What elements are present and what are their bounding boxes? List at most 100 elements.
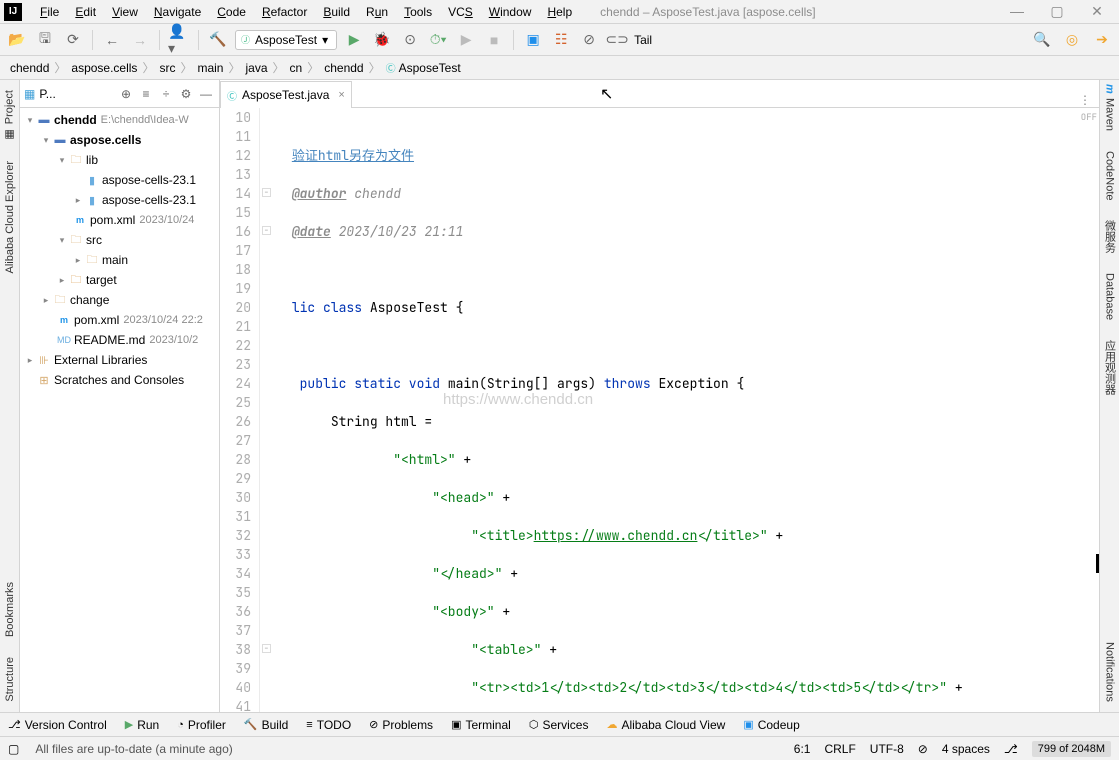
crumb-cn[interactable]: cn xyxy=(286,61,307,75)
crumb-class[interactable]: ⒸAsposeTest xyxy=(382,60,465,75)
open-icon[interactable]: 📂 xyxy=(6,29,28,51)
tool-codeup[interactable]: ▣Codeup xyxy=(743,718,799,732)
tree-change[interactable]: ▸🗀change xyxy=(20,290,219,310)
reload-icon[interactable]: ⟳ xyxy=(62,29,84,51)
tool-alibaba-explorer[interactable]: Alibaba Cloud Explorer xyxy=(4,161,16,274)
hammer-icon[interactable]: 🔨 xyxy=(207,29,229,51)
tabs-more-icon[interactable]: ⋮ xyxy=(1071,93,1099,107)
crumb-main[interactable]: main xyxy=(193,61,227,75)
gear-icon[interactable]: ⚙ xyxy=(177,87,195,101)
tree-readme[interactable]: MDREADME.md2023/10/2 xyxy=(20,330,219,350)
tool-weifuwu[interactable]: 微服务 xyxy=(1102,220,1118,253)
tool-maven[interactable]: m Maven xyxy=(1104,84,1116,131)
tool-run[interactable]: ▶Run xyxy=(125,718,159,732)
tool-profiler[interactable]: ◔Profiler xyxy=(177,718,226,732)
indicator-strip[interactable]: OFF xyxy=(1087,108,1099,712)
stop-icon[interactable]: ■ xyxy=(483,29,505,51)
tail-label[interactable]: Tail xyxy=(634,33,652,47)
tool-project[interactable]: ▦ Project xyxy=(3,90,16,141)
tool2-icon[interactable]: ☷ xyxy=(550,29,572,51)
run-icon[interactable]: ▶ xyxy=(343,29,365,51)
close-icon[interactable]: × xyxy=(338,89,344,101)
tool-notifications[interactable]: Notifications xyxy=(1104,642,1116,702)
status-lf[interactable]: CRLF xyxy=(824,742,855,756)
tree-module[interactable]: ▾▬aspose.cells xyxy=(20,130,219,150)
run-config-selector[interactable]: ⒿAsposeTest▾ xyxy=(235,30,337,50)
project-panel-title[interactable]: P... xyxy=(37,87,55,101)
tree-main[interactable]: ▸🗀main xyxy=(20,250,219,270)
coverage-icon[interactable]: ⊙ xyxy=(399,29,421,51)
forward-icon[interactable]: → xyxy=(129,29,151,51)
tool-database[interactable]: Database xyxy=(1104,273,1116,320)
menu-help[interactable]: Help xyxy=(539,5,580,19)
status-indent[interactable]: 4 spaces xyxy=(942,742,990,756)
expand-icon[interactable]: ≡ xyxy=(137,87,155,101)
tool1-icon[interactable]: ▣ xyxy=(522,29,544,51)
tree-jar1[interactable]: ▮aspose-cells-23.1 xyxy=(20,170,219,190)
code-content[interactable]: https://www.chendd.cn 验证html另存为文件 @autho… xyxy=(278,108,1087,712)
tree-ext-libs[interactable]: ▸⊪External Libraries xyxy=(20,350,219,370)
maximize-icon[interactable]: ▢ xyxy=(1047,3,1067,20)
tool4-icon[interactable]: ⊂⊃ xyxy=(606,29,628,51)
menu-view[interactable]: View xyxy=(104,5,146,19)
notif-icon[interactable]: ◎ xyxy=(1061,29,1083,51)
tool-services[interactable]: ⬡Services xyxy=(529,718,589,732)
hide-icon[interactable]: — xyxy=(197,87,215,101)
status-memory[interactable]: 799 of 2048M xyxy=(1032,741,1111,757)
collapse-icon[interactable]: ÷ xyxy=(157,87,175,101)
tab-asposetest[interactable]: ⒸAsposeTest.java× xyxy=(220,81,352,108)
inspect-off[interactable]: OFF xyxy=(1081,108,1097,127)
attach-icon[interactable]: ▶ xyxy=(455,29,477,51)
save-icon[interactable]: 🖫 xyxy=(34,29,56,51)
menu-refactor[interactable]: Refactor xyxy=(254,5,315,19)
target-icon[interactable]: ⊕ xyxy=(117,87,135,101)
minimize-icon[interactable]: — xyxy=(1007,3,1027,20)
tool3-icon[interactable]: ⊘ xyxy=(578,29,600,51)
crumb-chendd[interactable]: chendd xyxy=(6,61,53,75)
status-icon[interactable]: ▢ xyxy=(8,742,19,756)
tool-build[interactable]: 🔨Build xyxy=(244,718,288,732)
tool-terminal[interactable]: ▣Terminal xyxy=(451,718,511,732)
tool-vcs[interactable]: ⎇Version Control xyxy=(8,718,107,732)
tool-codenote[interactable]: CodeNote xyxy=(1104,151,1116,201)
tool-guance[interactable]: 应用观测器 xyxy=(1102,340,1118,395)
menu-tools[interactable]: Tools xyxy=(396,5,440,19)
menu-vcs[interactable]: VCS xyxy=(440,5,481,19)
debug-icon[interactable]: 🐞 xyxy=(371,29,393,51)
tool-problems[interactable]: ⊘Problems xyxy=(369,718,433,732)
status-enc[interactable]: UTF-8 xyxy=(870,742,904,756)
code-editor[interactable]: 10111213 1415 1617 18192021 22232425 262… xyxy=(220,108,1099,712)
status-branch-icon[interactable]: ⎇ xyxy=(1004,742,1018,756)
status-readonly-icon[interactable]: ⊘ xyxy=(918,742,928,756)
fold-icon[interactable]: − xyxy=(262,188,271,197)
tool-bookmarks[interactable]: Bookmarks xyxy=(4,582,16,637)
avatar-icon[interactable]: 👤▾ xyxy=(168,29,190,51)
close-icon[interactable]: ✕ xyxy=(1087,3,1107,20)
tree-root[interactable]: ▾▬chenddE:\chendd\Idea-W xyxy=(20,110,219,130)
menu-edit[interactable]: Edit xyxy=(67,5,104,19)
fold-icon[interactable]: − xyxy=(262,644,271,653)
tree-jar2[interactable]: ▸▮aspose-cells-23.1 xyxy=(20,190,219,210)
tree-src[interactable]: ▾🗀src xyxy=(20,230,219,250)
fold-icon[interactable]: − xyxy=(262,226,271,235)
tree-pom-root[interactable]: mpom.xml2023/10/24 22:2 xyxy=(20,310,219,330)
crumb-chendd2[interactable]: chendd xyxy=(320,61,367,75)
crumb-src[interactable]: src xyxy=(155,61,179,75)
settings-icon[interactable]: ➔ xyxy=(1091,29,1113,51)
tree-target[interactable]: ▸🗀target xyxy=(20,270,219,290)
menu-run[interactable]: Run xyxy=(358,5,396,19)
menu-navigate[interactable]: Navigate xyxy=(146,5,209,19)
menu-build[interactable]: Build xyxy=(315,5,358,19)
status-pos[interactable]: 6:1 xyxy=(794,742,811,756)
menu-file[interactable]: File xyxy=(32,5,67,19)
tool-structure[interactable]: Structure xyxy=(4,657,16,702)
tree-lib[interactable]: ▾🗀lib xyxy=(20,150,219,170)
tree-scratches[interactable]: ⊞Scratches and Consoles xyxy=(20,370,219,390)
tool-alibaba[interactable]: ☁Alibaba Cloud View xyxy=(606,718,725,732)
back-icon[interactable]: ← xyxy=(101,29,123,51)
search-icon[interactable]: 🔍 xyxy=(1031,29,1053,51)
menu-code[interactable]: Code xyxy=(209,5,254,19)
crumb-aspose[interactable]: aspose.cells xyxy=(67,61,141,75)
crumb-java[interactable]: java xyxy=(242,61,272,75)
menu-window[interactable]: Window xyxy=(481,5,540,19)
